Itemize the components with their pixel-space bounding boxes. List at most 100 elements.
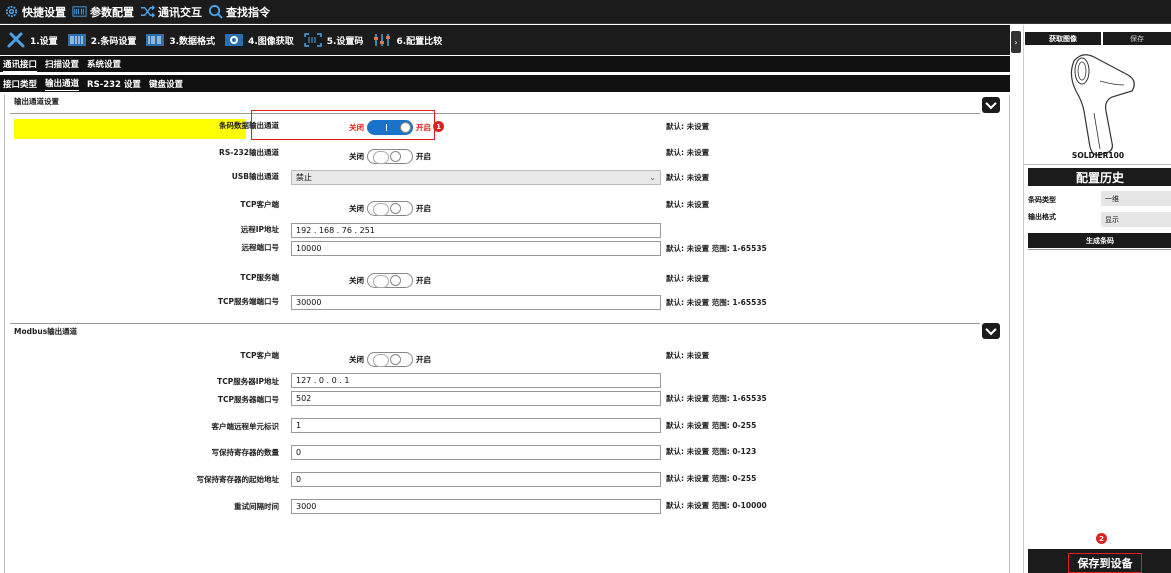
device-name: SOLDIER100	[1071, 151, 1125, 160]
section-divider	[10, 323, 980, 324]
sliders-icon	[372, 31, 392, 49]
top-menu-bar: 快捷设置 参数配置 通讯交互 查找指令	[0, 0, 1171, 24]
menu-quick-settings[interactable]: 快捷设置	[4, 0, 66, 24]
toggle-off-label: 关闭	[349, 123, 364, 132]
history-key: 输出格式	[1028, 213, 1056, 221]
camera-icon	[224, 31, 244, 49]
tcp-client-label: TCP客户端	[240, 200, 279, 209]
usb-output-select[interactable]: 禁止 ⌄	[291, 170, 661, 185]
save-button[interactable]: 保存	[1103, 32, 1171, 45]
modbus-unit-id-input[interactable]: 1	[291, 418, 661, 433]
tab-settings[interactable]: 1.设置	[6, 27, 58, 53]
toggle-switch[interactable]	[367, 201, 413, 216]
remote-port-default: 默认: 未设置 范围: 1-65535	[666, 244, 767, 253]
scanner-device-image	[1070, 54, 1135, 156]
barcode-icon	[72, 6, 87, 17]
usb-output-default: 默认: 未设置	[666, 173, 710, 182]
search-icon	[208, 4, 223, 19]
tcp-client-default: 默认: 未设置	[666, 200, 710, 209]
history-key: 条码类型	[1028, 196, 1056, 204]
section-title-output-channel: 输出通道设置	[14, 97, 59, 106]
panel-collapse-button[interactable]: ›	[1011, 31, 1021, 53]
tcp-server-toggle[interactable]: 关闭 开启	[349, 273, 431, 288]
gear-icon	[5, 5, 18, 18]
tcp-server-port-input[interactable]: 30000	[291, 295, 661, 310]
section-collapse-button-1[interactable]	[982, 97, 1000, 113]
toggle-switch[interactable]	[367, 120, 413, 135]
modbus-server-ip-input[interactable]: 127 . 0 . 0 . 1	[291, 373, 661, 388]
modbus-unit-id-default: 默认: 未设置 范围: 0-255	[666, 421, 757, 430]
scan-frame-icon	[303, 31, 323, 49]
remote-port-input[interactable]: 10000	[291, 241, 661, 256]
barcode-icon	[145, 31, 165, 49]
history-value: 一维	[1101, 191, 1171, 206]
modbus-retry-label: 重试间隔时间	[234, 502, 279, 511]
section-collapse-button-2[interactable]	[982, 323, 1000, 339]
subtab-row-primary: 通讯接口 扫描设置 系统设置	[0, 56, 1010, 72]
section-title-modbus: Modbus输出通道	[14, 327, 78, 336]
remote-ip-label: 远程IP地址	[240, 225, 279, 234]
toggle-off-label: 关闭	[349, 276, 364, 285]
subtab-keyboard-settings[interactable]: 键盘设置	[149, 77, 183, 91]
modbus-reg-start-default: 默认: 未设置 范围: 0-255	[666, 474, 757, 483]
modbus-reg-start-input[interactable]: 0	[291, 472, 661, 487]
barcode-output-toggle[interactable]: 关闭 开启	[349, 120, 431, 135]
tab-data-format[interactable]: 3.数据格式	[145, 27, 215, 53]
tcp-server-default: 默认: 未设置	[666, 274, 710, 283]
menu-comm-interaction[interactable]: 通讯交互	[140, 0, 202, 24]
toggle-switch[interactable]	[367, 352, 413, 367]
shuffle-icon	[140, 5, 155, 18]
divider	[1024, 164, 1171, 165]
tab-image-capture[interactable]: 4.图像获取	[224, 27, 294, 53]
modbus-reg-count-input[interactable]: 0	[291, 445, 661, 460]
subtab-interface-type[interactable]: 接口类型	[3, 77, 37, 91]
tab-barcode-settings[interactable]: 2.条码设置	[67, 27, 136, 53]
subtab-system-settings[interactable]: 系统设置	[87, 57, 121, 71]
generate-barcode-button[interactable]: 生成条码	[1028, 233, 1171, 248]
rs232-output-label: RS-232输出通道	[219, 148, 279, 157]
menu-find-command[interactable]: 查找指令	[208, 0, 270, 24]
config-history-title: 配置历史	[1028, 168, 1171, 186]
modbus-reg-count-label: 写保持寄存器的数量	[211, 448, 280, 457]
remote-port-label: 远程端口号	[241, 243, 280, 252]
step-badge-1: 1	[433, 121, 444, 132]
modbus-tcp-client-toggle[interactable]: 关闭 开启	[349, 352, 431, 367]
menu-param-config[interactable]: 参数配置	[72, 0, 134, 24]
section-divider	[10, 113, 980, 114]
tcp-server-port-label: TCP服务端端口号	[217, 297, 279, 306]
barcode-output-label: 条码数据输出通道	[219, 121, 279, 130]
rs232-output-default: 默认: 未设置	[666, 148, 710, 157]
rs232-output-toggle[interactable]: 关闭 开启	[349, 149, 431, 164]
subtab-scan-settings[interactable]: 扫描设置	[45, 57, 79, 71]
modbus-unit-id-label: 客户端远程单元标识	[211, 422, 280, 431]
modbus-retry-input[interactable]: 3000	[291, 499, 661, 514]
toggle-on-label: 开启	[416, 276, 431, 285]
modbus-tcp-client-default: 默认: 未设置	[666, 351, 710, 360]
subtab-comm-interface[interactable]: 通讯接口	[3, 57, 38, 72]
toggle-switch[interactable]	[367, 149, 413, 164]
modbus-server-port-input[interactable]: 502	[291, 391, 661, 406]
toggle-on-label: 开启	[416, 123, 431, 132]
tab-config-compare[interactable]: 6.配置比较	[372, 27, 442, 53]
modbus-reg-start-label: 写保持寄存器的起始地址	[196, 475, 280, 484]
modbus-server-port-default: 默认: 未设置 范围: 1-65535	[666, 394, 767, 403]
modbus-server-port-label: TCP服务器端口号	[217, 395, 279, 404]
chevron-down-icon	[985, 97, 997, 110]
remote-ip-input[interactable]: 192 . 168 . 76 . 251	[291, 223, 661, 238]
save-to-device-button[interactable]: 保存到设备	[1068, 553, 1142, 573]
subtab-row-secondary: 接口类型 输出通道 RS-232 设置 键盘设置	[0, 75, 1010, 92]
modbus-retry-default: 默认: 未设置 范围: 0-10000	[666, 501, 767, 510]
chevron-down-icon	[985, 323, 997, 336]
subtab-output-channel[interactable]: 输出通道	[45, 76, 80, 91]
modbus-tcp-client-label: TCP客户端	[240, 351, 279, 360]
toggle-switch[interactable]	[367, 273, 413, 288]
wrench-icon	[6, 31, 26, 49]
tab-setting-code[interactable]: 5.设置码	[303, 27, 363, 53]
subtab-rs232-settings[interactable]: RS-232 设置	[87, 77, 141, 91]
right-side-panel: 获取图像 保存 SOLDIER100 配置历史 条码类型 一维 输出格式 显示 …	[1023, 25, 1171, 573]
main-tab-bar: 1.设置 2.条码设置 3.数据格式 4.图像获取 5.设置码 6.配置比较	[0, 25, 1010, 55]
get-image-button[interactable]: 获取图像	[1025, 32, 1101, 45]
chevron-right-icon: ›	[1014, 37, 1018, 47]
tcp-client-toggle[interactable]: 关闭 开启	[349, 201, 431, 216]
toggle-off-label: 关闭	[349, 204, 364, 213]
